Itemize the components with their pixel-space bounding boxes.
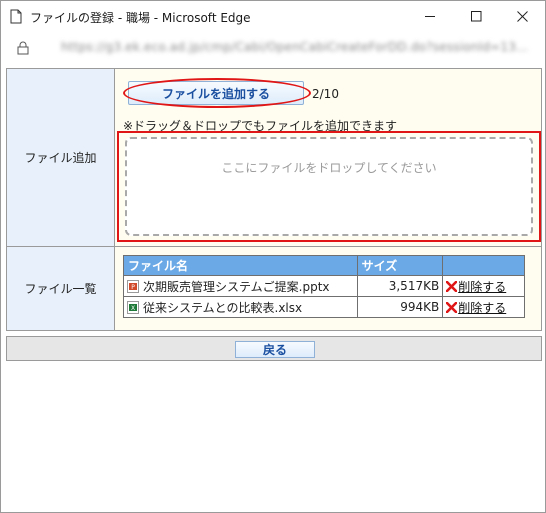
window-title: ファイルの登録 - 職場 - Microsoft Edge — [30, 11, 251, 25]
table-row: P 次期販売管理システムご提案.pptx 3,517KB 削除する — [123, 275, 525, 297]
drop-zone-text: ここにファイルをドロップしてください — [221, 161, 437, 175]
file-name: 従来システムとの比較表.xlsx — [143, 300, 303, 315]
add-file-button[interactable]: ファイルを追加する — [128, 81, 304, 105]
form-table: ファイル追加 ファイルを追加する 2/10 ※ドラッグ＆ドロップでもファイルを追… — [6, 68, 542, 331]
file-name: 次期販売管理システムご提案.pptx — [143, 279, 330, 294]
delete-label: 削除する — [458, 300, 507, 315]
svg-text:P: P — [131, 284, 135, 291]
close-icon — [516, 11, 528, 22]
minimize-icon — [424, 16, 435, 17]
address-bar[interactable]: https://g3.ek.eco.ad.jp/cmp/Cabi/OpenCab… — [1, 32, 545, 62]
header-filename: ファイル名 — [123, 255, 358, 276]
close-button[interactable] — [499, 1, 545, 32]
add-file-label: ファイル追加 — [6, 68, 115, 247]
file-size: 994KB — [356, 296, 444, 318]
file-table: ファイル名 サイズ P 次期販売管理システムご提案.pptx 3,517KB 削… — [123, 255, 525, 318]
delete-link[interactable]: 削除する — [445, 299, 507, 316]
file-list-area: ファイル名 サイズ P 次期販売管理システムご提案.pptx 3,517KB 削… — [114, 246, 542, 331]
drop-zone[interactable]: ここにファイルをドロップしてください — [125, 137, 533, 236]
file-list-label: ファイル一覧 — [6, 246, 115, 331]
delete-x-icon — [445, 280, 458, 292]
minimize-button[interactable] — [407, 1, 453, 32]
lock-icon — [17, 40, 29, 59]
delete-label: 削除する — [458, 279, 507, 294]
excel-file-icon: X — [127, 300, 139, 314]
add-button-wrapper: ファイルを追加する — [123, 78, 311, 108]
svg-text:X: X — [131, 305, 135, 312]
page-icon — [10, 9, 22, 24]
page-content: ファイル追加 ファイルを追加する 2/10 ※ドラッグ＆ドロップでもファイルを追… — [6, 68, 542, 331]
delete-cell: 削除する — [442, 275, 525, 297]
drop-zone-highlight: ここにファイルをドロップしてください — [117, 131, 541, 242]
maximize-icon — [470, 11, 481, 22]
delete-cell: 削除する — [442, 296, 525, 318]
table-row: X 従来システムとの比較表.xlsx 994KB 削除する — [123, 296, 525, 318]
file-name-cell: P 次期販売管理システムご提案.pptx — [123, 275, 358, 297]
browser-window: ファイルの登録 - 職場 - Microsoft Edge https://g3… — [0, 0, 546, 513]
header-action — [442, 255, 525, 276]
back-button[interactable]: 戻る — [235, 341, 315, 358]
delete-x-icon — [445, 301, 458, 313]
header-size: サイズ — [356, 255, 444, 276]
url-text: https://g3.ek.eco.ad.jp/cmp/Cabi/OpenCab… — [61, 40, 529, 54]
delete-link[interactable]: 削除する — [445, 278, 507, 295]
powerpoint-file-icon: P — [127, 279, 139, 293]
maximize-button[interactable] — [453, 1, 499, 32]
file-count: 2/10 — [312, 87, 339, 101]
file-name-cell: X 従来システムとの比較表.xlsx — [123, 296, 358, 318]
file-size: 3,517KB — [356, 275, 444, 297]
footer-bar: 戻る — [6, 336, 542, 361]
title-bar: ファイルの登録 - 職場 - Microsoft Edge — [1, 1, 545, 32]
file-table-header: ファイル名 サイズ — [123, 255, 525, 276]
upload-area: ファイルを追加する 2/10 ※ドラッグ＆ドロップでもファイルを追加できます こ… — [114, 68, 542, 247]
